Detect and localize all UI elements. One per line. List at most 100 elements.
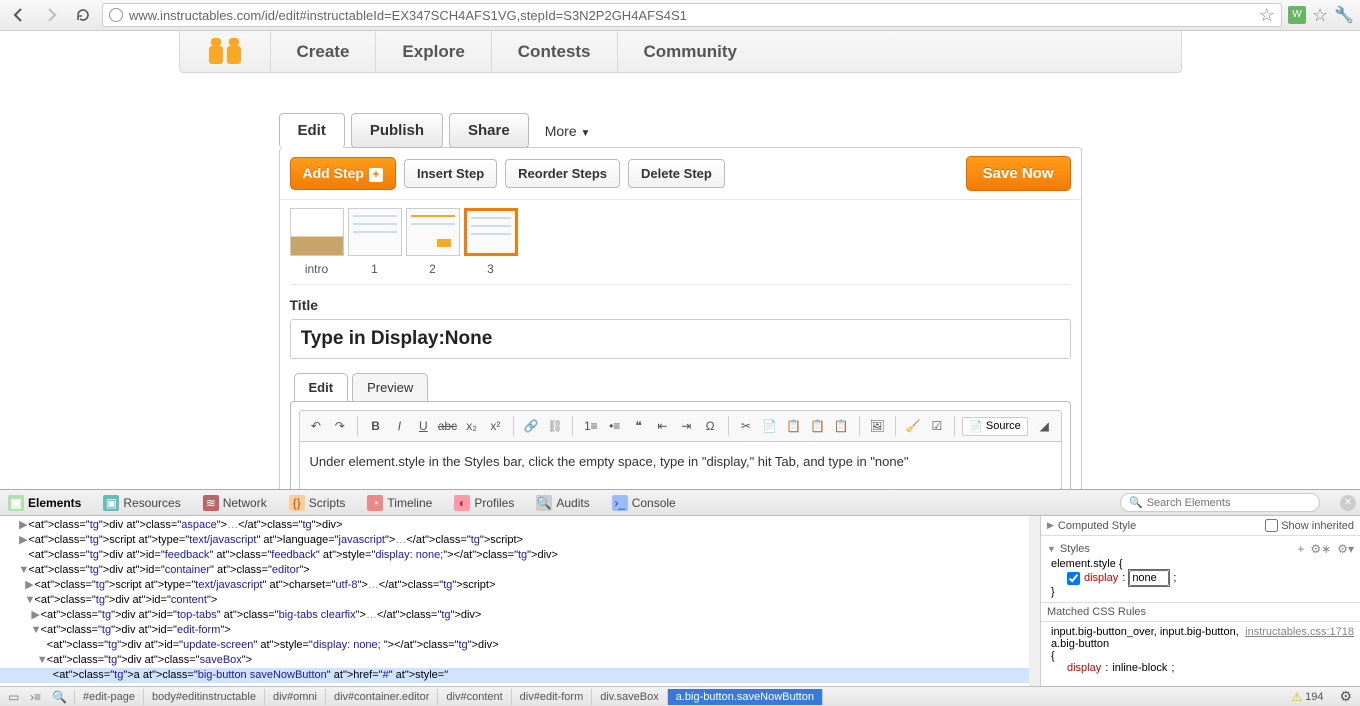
styles-label[interactable]: Styles [1060,543,1090,555]
element-states-icon[interactable]: ⚙∗ [1310,542,1331,556]
scrollbar[interactable] [1029,516,1040,686]
insert-step-button[interactable]: Insert Step [404,159,497,188]
devtools-search[interactable]: 🔍 [1120,493,1320,512]
quote-icon[interactable]: ❝ [628,415,649,437]
paste-icon[interactable]: 📋 [783,415,804,437]
indent-icon[interactable]: ⇥ [676,415,697,437]
dom-line[interactable]: ▶<at">class="tg">script at">type="text/j… [0,578,1029,593]
chrome-menu-icon[interactable]: 🔧 [1334,5,1354,25]
delete-step-button[interactable]: Delete Step [628,159,725,188]
special-char-icon[interactable]: Ω [700,415,721,437]
underline-icon[interactable]: U [413,415,434,437]
step-thumb-2[interactable]: 2 [406,208,460,276]
clear-icon[interactable]: 🧹 [903,415,924,437]
nav-contests[interactable]: Contests [491,31,617,72]
devtools-tab-timeline[interactable]: ◔Timeline [363,493,436,513]
dock-icon[interactable]: ▭ [8,690,22,704]
subscript-icon[interactable]: x₂ [461,415,482,437]
breadcrumb-segment[interactable]: body#editinstructable [144,689,265,705]
step-thumb-1[interactable]: 1 [348,208,402,276]
title-input[interactable] [290,319,1071,359]
devtools-tab-profiles[interactable]: ◐Profiles [450,493,518,513]
step-thumb-intro[interactable]: intro [290,208,344,276]
paste-text-icon[interactable]: 📋 [807,415,828,437]
breadcrumb-segment[interactable]: div.saveBox [592,689,668,705]
dom-line[interactable]: <at">class="tg">a at">class="big-button … [0,668,1029,683]
devtools-search-input[interactable] [1147,497,1297,509]
show-inherited-checkbox[interactable]: Show inherited [1265,519,1354,532]
undo-icon[interactable]: ↶ [306,415,327,437]
extension-icon-2[interactable]: ☆ [1312,5,1328,26]
dom-line[interactable]: ▼<at">class="tg">div at">id="edit-form"> [0,623,1029,638]
superscript-icon[interactable]: x² [485,415,506,437]
dom-line[interactable]: <at">class="tg">div at">id="feedback" at… [0,548,1029,563]
dom-line[interactable]: ▶<at">class="tg">div at">id="top-tabs" a… [0,608,1029,623]
breadcrumb-segment[interactable]: div#edit-form [512,689,593,705]
gear-icon[interactable]: ⚙▾ [1337,542,1354,556]
rte-content[interactable]: Under element.style in the Styles bar, c… [299,442,1062,489]
devtools-tab-scripts[interactable]: {}Scripts [285,493,350,513]
css-prop-toggle[interactable] [1067,572,1080,585]
tab-edit[interactable]: Edit [279,113,345,148]
css-value-input[interactable] [1129,570,1169,586]
italic-icon[interactable]: I [389,415,410,437]
devtools-tab-elements[interactable]: ▣Elements [4,493,85,513]
settings-gear-icon[interactable]: ⚙ [1331,688,1360,705]
extension-icon-1[interactable]: W [1288,6,1306,24]
tab-share[interactable]: Share [449,113,529,148]
ul-icon[interactable]: •≡ [604,415,625,437]
outdent-icon[interactable]: ⇤ [652,415,673,437]
image-icon[interactable]: 🖼 [867,415,888,437]
devtools-tab-network[interactable]: ≋Network [199,493,271,513]
cut-icon[interactable]: ✂ [736,415,757,437]
save-now-button[interactable]: Save Now [966,156,1071,191]
resize-corner-icon[interactable]: ◢ [1034,415,1055,437]
breadcrumb-segment[interactable]: a.big-button.saveNowButton [668,689,823,705]
reorder-steps-button[interactable]: Reorder Steps [505,159,620,188]
address-bar[interactable]: www.instructables.com/id/edit#instructab… [102,3,1282,27]
bookmark-icon[interactable]: ☆ [1259,5,1275,26]
tab-publish[interactable]: Publish [351,113,443,148]
nav-create[interactable]: Create [270,31,376,72]
breadcrumb-segment[interactable]: div#content [438,689,511,705]
forward-button[interactable] [38,3,64,27]
devtools-tab-audits[interactable]: 🔍Audits [532,493,593,513]
computed-style-label[interactable]: Computed Style [1058,520,1136,532]
dom-line[interactable]: ▶<at">class="tg">script at">type="text/j… [0,533,1029,548]
source-button[interactable]: 📄Source [962,417,1028,436]
dom-line[interactable]: ▼<at">class="tg">div at">id="container" … [0,563,1029,578]
breadcrumb-segment[interactable]: #edit-page [75,689,144,705]
dom-line[interactable]: ▼<at">class="tg">div at">id="content"> [0,593,1029,608]
dom-line[interactable]: ▼<at">class="tg">div at">class="saveBox"… [0,653,1029,668]
css-file-link[interactable]: instructables.css:1718 [1245,626,1354,638]
dom-line[interactable]: <at">class="tg">div at">id="update-scree… [0,638,1029,653]
nav-community[interactable]: Community [617,31,764,72]
error-count[interactable]: ⚠194 [1283,690,1331,704]
redo-icon[interactable]: ↷ [329,415,350,437]
dom-tree[interactable]: ▶<at">class="tg">div at">class="aspace">… [0,516,1029,686]
inspect-icon[interactable]: 🔍 [52,690,66,704]
devtools-tab-resources[interactable]: ▣Resources [99,493,184,513]
add-step-button[interactable]: Add Step+ [290,157,396,190]
element-style-block[interactable]: element.style { display: ; } [1047,558,1354,598]
devtools-close-icon[interactable]: ✕ [1340,495,1356,511]
step-thumb-3[interactable]: 3 [464,208,518,276]
copy-icon[interactable]: 📄 [759,415,780,437]
breadcrumb-segment[interactable]: div#omni [265,689,326,705]
site-logo[interactable] [180,31,270,72]
paste-word-icon[interactable]: 📋 [831,415,852,437]
checkbox-icon[interactable]: ☑ [926,415,947,437]
inner-tab-preview[interactable]: Preview [352,373,428,401]
bold-icon[interactable]: B [365,415,386,437]
devtools-tab-console[interactable]: ›_Console [608,493,680,513]
inner-tab-edit[interactable]: Edit [294,373,349,401]
link-icon[interactable]: 🔗 [521,415,542,437]
unlink-icon[interactable]: ⛓ [545,415,566,437]
nav-explore[interactable]: Explore [375,31,490,72]
more-dropdown[interactable]: More ▼ [545,123,591,139]
breadcrumb-segment[interactable]: div#container.editor [326,689,438,705]
add-style-icon[interactable]: + [1297,542,1304,556]
back-button[interactable] [6,3,32,27]
console-toggle-icon[interactable]: ›≡ [30,690,44,704]
reload-button[interactable] [70,3,96,27]
